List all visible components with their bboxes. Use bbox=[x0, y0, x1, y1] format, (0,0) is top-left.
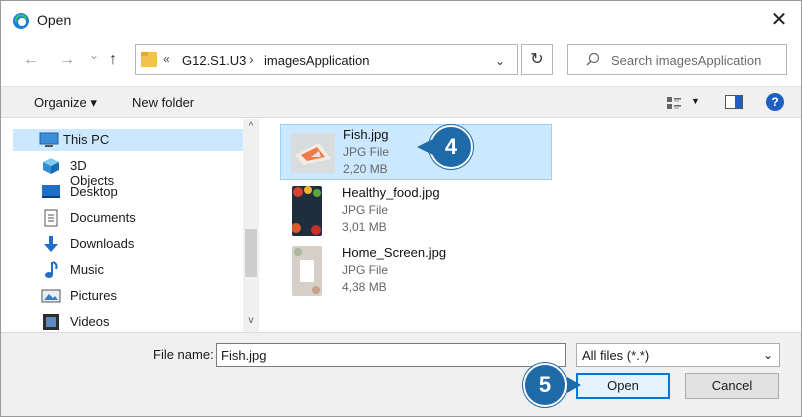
video-icon bbox=[43, 314, 59, 330]
dialog-footer: File name: Fish.jpg All files (*.*) ⌄ Op… bbox=[1, 332, 801, 416]
folder-icon bbox=[141, 52, 157, 67]
chevron-down-icon: ⌄ bbox=[762, 348, 773, 362]
preview-pane-icon[interactable] bbox=[725, 95, 743, 109]
breadcrumb-overflow[interactable]: « bbox=[163, 52, 170, 66]
file-name-label: File name: bbox=[153, 347, 214, 362]
forward-arrow-icon[interactable]: → bbox=[59, 51, 75, 69]
file-size: 2,20 MB bbox=[343, 162, 388, 176]
file-list: Fish.jpg JPG File 2,20 MB Healthy_food.j… bbox=[260, 119, 801, 332]
nav-label: Videos bbox=[70, 314, 110, 329]
organize-menu[interactable]: Organize ▾ bbox=[34, 95, 97, 111]
file-type: JPG File bbox=[342, 203, 389, 217]
breadcrumb-item-g12[interactable]: G12.S1.U3 bbox=[182, 53, 246, 68]
healthy-food-thumbnail bbox=[292, 186, 322, 236]
search-input[interactable]: Search imagesApplication bbox=[567, 44, 787, 75]
window-title: Open bbox=[37, 12, 72, 28]
nav-label: Downloads bbox=[70, 236, 135, 251]
step-4-callout: 4 bbox=[429, 125, 473, 169]
recent-locations-chevron-icon[interactable]: ⌄ bbox=[89, 48, 99, 62]
nav-label: This PC bbox=[63, 132, 110, 147]
file-type-filter-value: All files (*.*) bbox=[582, 348, 650, 363]
music-icon bbox=[45, 261, 58, 278]
file-name: Fish.jpg bbox=[343, 127, 389, 142]
file-size: 4,38 MB bbox=[342, 280, 387, 294]
file-name: Healthy_food.jpg bbox=[342, 185, 440, 200]
view-options-icon[interactable] bbox=[666, 95, 682, 111]
breadcrumb-item-imagesapplication[interactable]: imagesApplication bbox=[264, 53, 370, 68]
scroll-up-arrow-icon[interactable]: ^ bbox=[243, 121, 259, 132]
search-icon bbox=[586, 52, 600, 66]
fish-thumbnail bbox=[291, 133, 335, 173]
step-5-callout: 5 bbox=[523, 363, 567, 407]
new-folder-button[interactable]: New folder bbox=[132, 95, 194, 110]
nav-label: Music bbox=[70, 262, 104, 277]
up-folder-arrow-icon[interactable]: ↑ bbox=[109, 51, 117, 69]
file-type: JPG File bbox=[343, 145, 390, 159]
scroll-down-arrow-icon[interactable]: v bbox=[243, 315, 259, 326]
breadcrumb-separator: › bbox=[249, 51, 254, 67]
close-button[interactable]: ✕ bbox=[767, 9, 791, 33]
step-5-callout-pointer bbox=[567, 377, 581, 393]
edge-browser-icon bbox=[13, 13, 29, 29]
nav-label: Desktop bbox=[70, 184, 118, 199]
file-type-filter[interactable]: All files (*.*) ⌄ bbox=[576, 343, 780, 367]
help-icon[interactable]: ? bbox=[766, 93, 784, 111]
home-screen-thumbnail bbox=[292, 246, 322, 296]
refresh-button[interactable]: ↻ bbox=[521, 44, 553, 75]
view-dropdown-icon[interactable]: ▼ bbox=[691, 96, 700, 106]
file-name-input[interactable]: Fish.jpg bbox=[216, 343, 566, 367]
document-icon bbox=[44, 209, 58, 227]
open-file-dialog: Open ✕ ← → ⌄ ↑ « G12.S1.U3 › imagesAppli… bbox=[0, 0, 802, 417]
step-4-callout-pointer bbox=[417, 139, 433, 155]
file-name: Home_Screen.jpg bbox=[342, 245, 447, 260]
open-button[interactable]: Open bbox=[576, 373, 670, 399]
file-type: JPG File bbox=[342, 263, 389, 277]
nav-item-this-pc[interactable]: This PC bbox=[13, 129, 243, 151]
file-name-value: Fish.jpg bbox=[221, 348, 267, 363]
pictures-icon bbox=[41, 289, 61, 303]
cancel-button[interactable]: Cancel bbox=[685, 373, 779, 399]
address-dropdown-chevron-icon[interactable]: ⌄ bbox=[495, 54, 505, 68]
navigation-pane: This PC 3D Objects Desktop Documents Dow… bbox=[1, 119, 259, 332]
desktop-icon bbox=[42, 185, 60, 198]
back-arrow-icon[interactable]: ← bbox=[23, 51, 39, 69]
command-toolbar: Organize ▾ New folder ▼ ? bbox=[1, 86, 801, 118]
title-bar: Open ✕ bbox=[1, 1, 801, 39]
nav-label: Pictures bbox=[70, 288, 117, 303]
file-item-healthy-food[interactable]: Healthy_food.jpg JPG File 3,01 MB bbox=[280, 183, 552, 239]
navigation-scrollbar[interactable]: ^ v bbox=[243, 119, 259, 332]
cube-icon bbox=[43, 158, 59, 174]
search-placeholder: Search imagesApplication bbox=[611, 53, 762, 68]
address-bar[interactable]: « G12.S1.U3 › imagesApplication bbox=[135, 44, 518, 75]
scroll-thumb[interactable] bbox=[245, 229, 257, 277]
file-item-home-screen[interactable]: Home_Screen.jpg JPG File 4,38 MB bbox=[280, 243, 552, 299]
download-icon bbox=[44, 236, 58, 252]
nav-label: Documents bbox=[70, 210, 136, 225]
pc-icon bbox=[39, 132, 59, 147]
file-size: 3,01 MB bbox=[342, 220, 387, 234]
